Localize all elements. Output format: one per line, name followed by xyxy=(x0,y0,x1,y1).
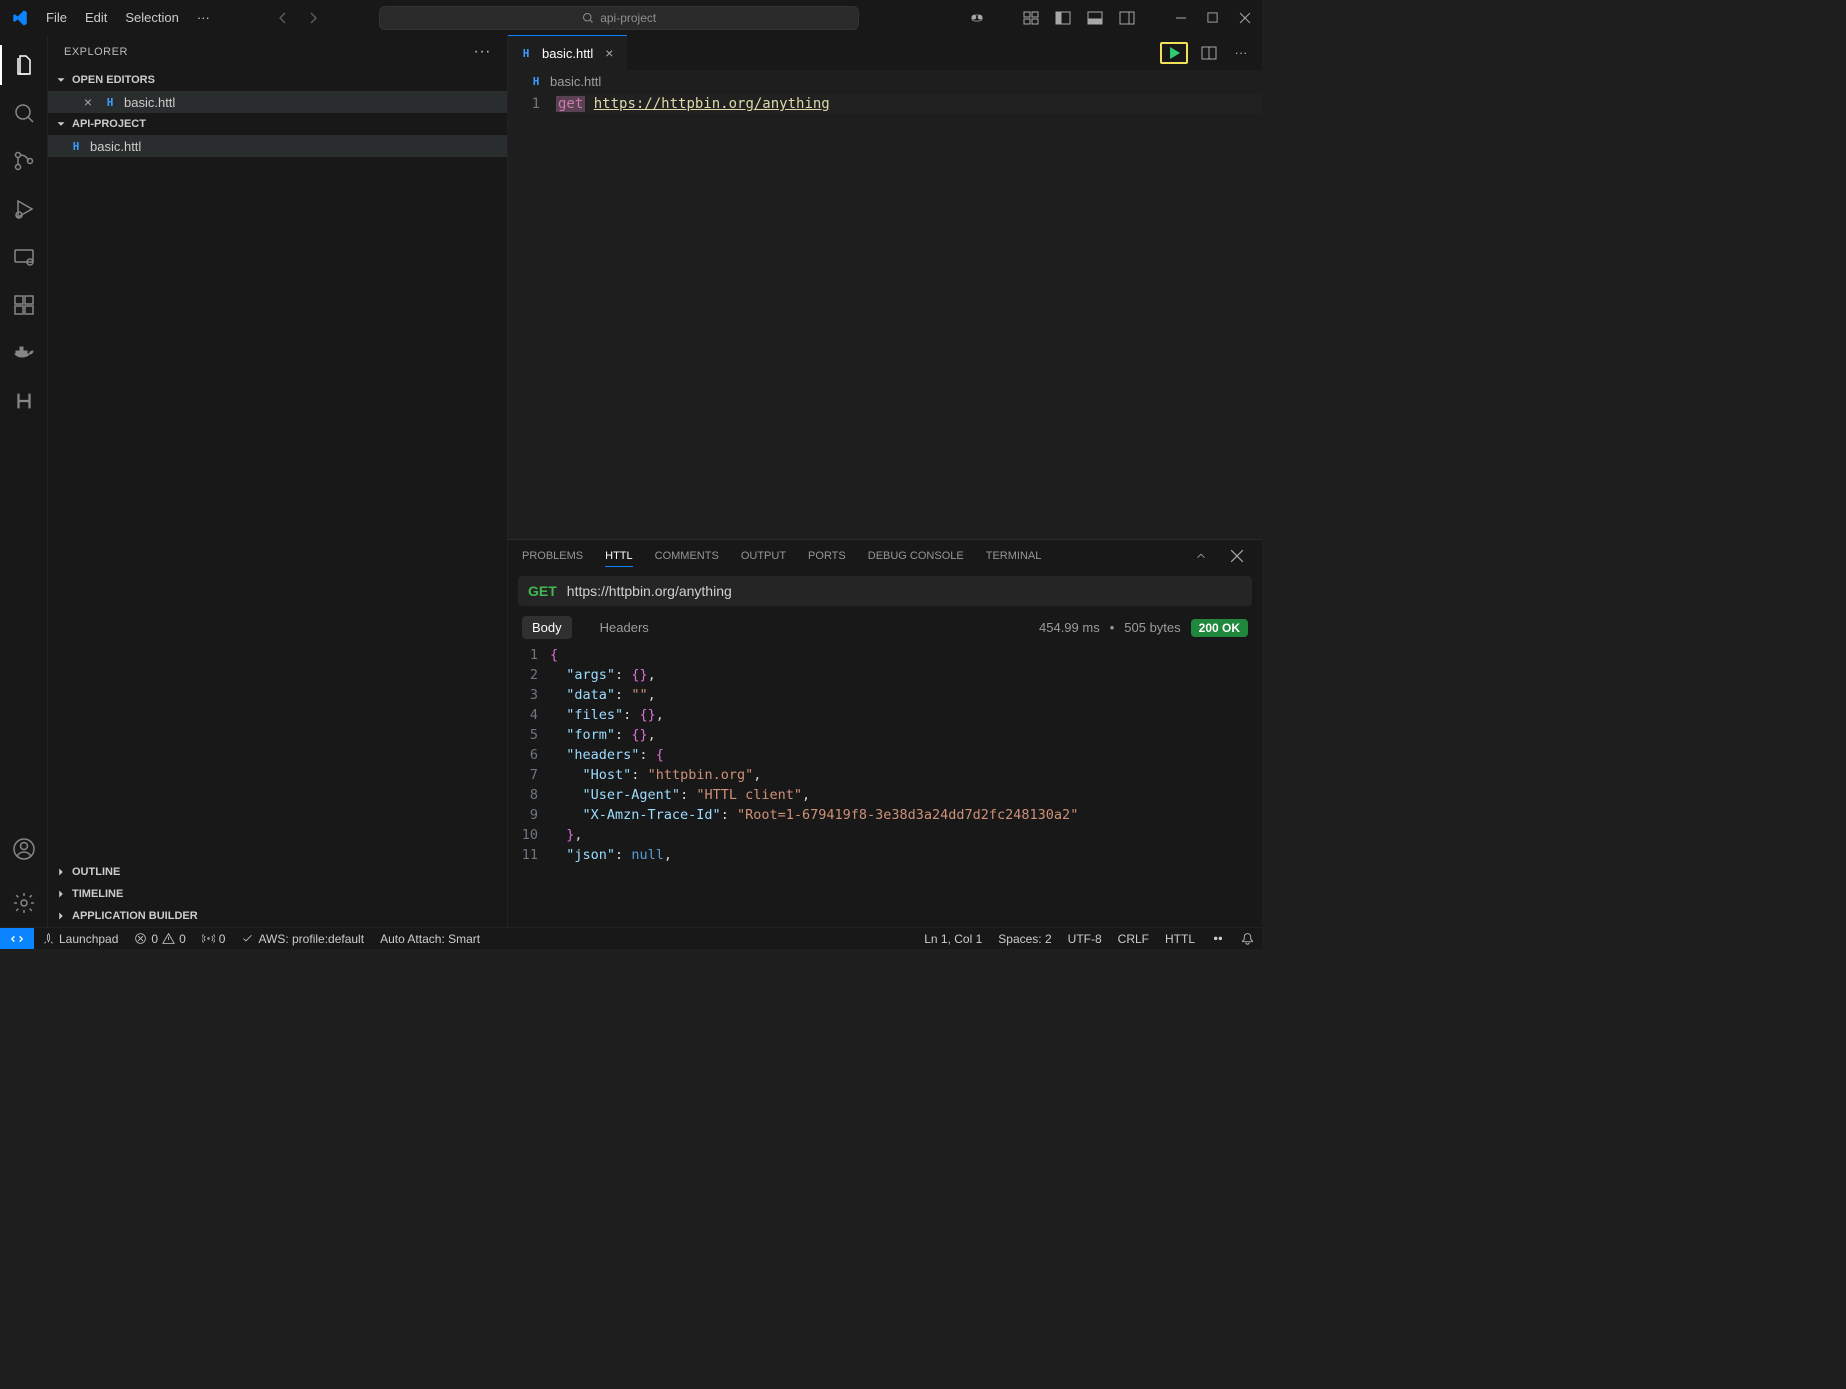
panel-close-icon[interactable] xyxy=(1226,545,1248,567)
section-open-editors[interactable]: OPEN EDITORS xyxy=(48,69,507,91)
command-center-search[interactable]: api-project xyxy=(379,6,859,30)
editor-tab[interactable]: H basic.httl × xyxy=(508,35,627,70)
search-placeholder: api-project xyxy=(600,11,656,25)
panel-tabs: PROBLEMS HTTL COMMENTS OUTPUT PORTS DEBU… xyxy=(508,540,1262,572)
panel-tab-debug-console[interactable]: DEBUG CONSOLE xyxy=(868,546,964,566)
copilot-icon[interactable] xyxy=(966,7,988,29)
tab-label: basic.httl xyxy=(542,46,593,61)
httl-file-icon: H xyxy=(528,73,544,89)
editor-tabs: H basic.httl × ··· xyxy=(508,35,1262,70)
toggle-secondary-sidebar-icon[interactable] xyxy=(1116,7,1138,29)
status-bar: Launchpad 0 0 0 AWS: profile:default Aut… xyxy=(0,927,1262,949)
panel-tab-httl[interactable]: HTTL xyxy=(605,546,633,567)
activity-accounts-icon[interactable] xyxy=(0,825,48,873)
window-minimize-icon[interactable] xyxy=(1170,7,1192,29)
breadcrumb[interactable]: H basic.httl xyxy=(508,70,1262,92)
section-outline[interactable]: OUTLINE xyxy=(48,861,507,883)
tab-more-icon[interactable]: ··· xyxy=(1230,42,1252,64)
split-editor-icon[interactable] xyxy=(1198,42,1220,64)
panel-tab-comments[interactable]: COMMENTS xyxy=(655,546,719,566)
request-bar: GET https://httpbin.org/anything xyxy=(518,576,1252,606)
status-notifications-icon[interactable] xyxy=(1233,932,1262,945)
panel-tab-terminal[interactable]: TERMINAL xyxy=(986,546,1042,566)
panel-maximize-icon[interactable] xyxy=(1190,545,1212,567)
status-indentation[interactable]: Spaces: 2 xyxy=(990,932,1059,946)
http-url: https://httpbin.org/anything xyxy=(594,96,830,112)
explorer-more-icon[interactable]: ··· xyxy=(474,43,491,61)
app-menu: File Edit Selection ··· xyxy=(38,6,218,29)
section-project[interactable]: API-PROJECT xyxy=(48,113,507,135)
activity-source-control-icon[interactable] xyxy=(0,137,48,185)
toggle-panel-icon[interactable] xyxy=(1084,7,1106,29)
activity-run-debug-icon[interactable] xyxy=(0,185,48,233)
nav-forward-icon[interactable] xyxy=(302,7,324,29)
titlebar: File Edit Selection ··· api-project xyxy=(0,0,1262,35)
vscode-logo-icon xyxy=(6,9,34,27)
response-tab-body[interactable]: Body xyxy=(522,616,572,639)
line-number: 1 xyxy=(508,92,556,539)
httl-file-icon: H xyxy=(102,94,118,110)
toggle-primary-sidebar-icon[interactable] xyxy=(1052,7,1074,29)
status-launchpad[interactable]: Launchpad xyxy=(34,928,126,949)
status-eol[interactable]: CRLF xyxy=(1110,932,1157,946)
request-url: https://httpbin.org/anything xyxy=(567,583,732,599)
section-timeline[interactable]: TIMELINE xyxy=(48,883,507,905)
status-badge: 200 OK xyxy=(1191,619,1248,637)
status-auto-attach[interactable]: Auto Attach: Smart xyxy=(372,928,488,949)
activity-extensions-icon[interactable] xyxy=(0,281,48,329)
status-encoding[interactable]: UTF-8 xyxy=(1060,932,1110,946)
httl-file-icon: H xyxy=(518,45,534,61)
response-timing: 454.99 ms xyxy=(1039,620,1100,635)
menu-edit[interactable]: Edit xyxy=(77,6,115,29)
activity-docker-icon[interactable] xyxy=(0,329,48,377)
menu-file[interactable]: File xyxy=(38,6,75,29)
open-editor-item[interactable]: × H basic.httl xyxy=(48,91,507,113)
layout-customize-icon[interactable] xyxy=(1020,7,1042,29)
window-close-icon[interactable] xyxy=(1234,7,1256,29)
http-method: get xyxy=(556,96,585,112)
panel-tab-output[interactable]: OUTPUT xyxy=(741,546,786,566)
activity-settings-icon[interactable] xyxy=(0,879,48,927)
httl-file-icon: H xyxy=(68,138,84,154)
tab-close-icon[interactable]: × xyxy=(601,45,617,61)
activity-httl-icon[interactable] xyxy=(0,377,48,425)
editor-area: H basic.httl × ··· H basic.httl 1 get ht… xyxy=(508,35,1262,927)
status-language-mode[interactable]: HTTL xyxy=(1157,932,1203,946)
activity-search-icon[interactable] xyxy=(0,89,48,137)
request-method: GET xyxy=(528,583,557,599)
activity-remote-explorer-icon[interactable] xyxy=(0,233,48,281)
code-editor[interactable]: 1 get https://httpbin.org/anything xyxy=(508,92,1262,539)
status-copilot-icon[interactable] xyxy=(1203,932,1233,946)
bottom-panel: PROBLEMS HTTL COMMENTS OUTPUT PORTS DEBU… xyxy=(508,539,1262,927)
nav-arrows xyxy=(272,7,324,29)
status-aws[interactable]: AWS: profile:default xyxy=(233,928,372,949)
status-problems[interactable]: 0 0 xyxy=(126,928,193,949)
status-cursor-position[interactable]: Ln 1, Col 1 xyxy=(916,932,990,946)
window-maximize-icon[interactable] xyxy=(1202,7,1224,29)
explorer-title: EXPLORER ··· xyxy=(48,35,507,69)
status-ports[interactable]: 0 xyxy=(194,928,234,949)
project-file-item[interactable]: H basic.httl xyxy=(48,135,507,157)
project-file-label: basic.httl xyxy=(90,139,141,154)
response-body[interactable]: 1234567891011 { "args": {}, "data": "", … xyxy=(508,643,1262,927)
panel-tab-ports[interactable]: PORTS xyxy=(808,546,846,566)
nav-back-icon[interactable] xyxy=(272,7,294,29)
remote-indicator-icon[interactable] xyxy=(0,928,34,949)
response-tabs: Body Headers 454.99 ms• 505 bytes 200 OK xyxy=(508,610,1262,643)
explorer-sidebar: EXPLORER ··· OPEN EDITORS × H basic.httl… xyxy=(48,35,508,927)
open-editor-label: basic.httl xyxy=(124,95,175,110)
section-app-builder[interactable]: APPLICATION BUILDER xyxy=(48,905,507,927)
menu-selection[interactable]: Selection xyxy=(117,6,186,29)
close-editor-icon[interactable]: × xyxy=(80,94,96,110)
response-tab-headers[interactable]: Headers xyxy=(590,616,659,639)
activity-explorer-icon[interactable] xyxy=(0,41,48,89)
response-size: 505 bytes xyxy=(1124,620,1180,635)
panel-tab-problems[interactable]: PROBLEMS xyxy=(522,546,583,566)
menu-overflow-icon[interactable]: ··· xyxy=(189,6,218,29)
run-request-button[interactable] xyxy=(1160,42,1188,64)
activity-bar xyxy=(0,35,48,927)
